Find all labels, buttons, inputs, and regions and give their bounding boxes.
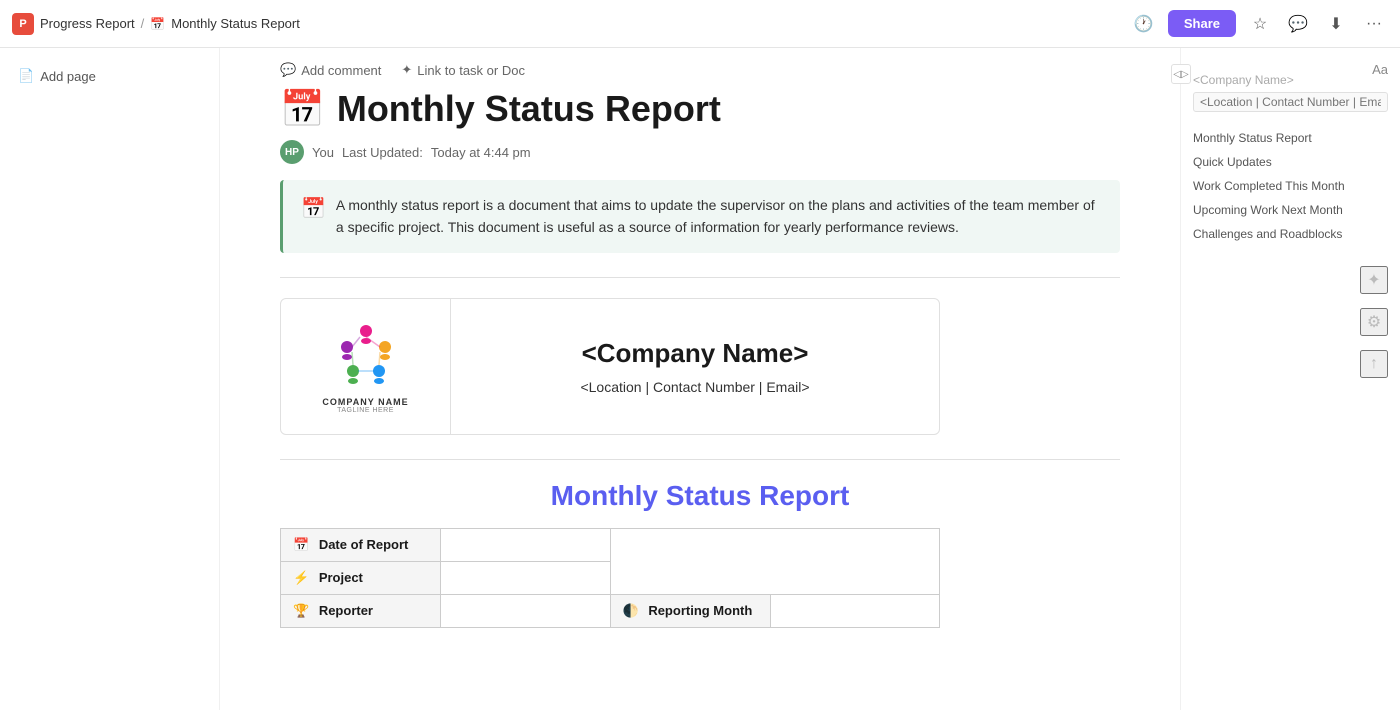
breadcrumb-doc-name: Monthly Status Report <box>171 16 300 31</box>
download-icon-btn[interactable]: ⬇ <box>1322 10 1350 38</box>
company-logo-side: COMPANY NAME TAGLINE HERE <box>281 299 451 434</box>
outline-item-quick-updates[interactable]: Quick Updates <box>1193 150 1388 174</box>
last-updated-label: Last Updated: <box>342 145 423 160</box>
reporting-month-label-text: Reporting Month <box>648 603 752 618</box>
comment-icon: 💬 <box>280 62 296 78</box>
table-value-reporter[interactable] <box>441 594 611 627</box>
company-card: COMPANY NAME TAGLINE HERE <Company Name>… <box>280 298 940 435</box>
link-to-task-label: Link to task or Doc <box>417 63 525 78</box>
company-name-large: <Company Name> <box>582 338 809 369</box>
callout-text: A monthly status report is a document th… <box>336 194 1102 239</box>
divider-1 <box>280 277 1120 278</box>
table-value-date[interactable] <box>441 528 611 561</box>
breadcrumb: P Progress Report / 📅 Monthly Status Rep… <box>12 13 1130 35</box>
add-comment-link[interactable]: 💬 Add comment <box>280 62 381 78</box>
add-page-icon: 📄 <box>18 68 34 84</box>
add-page-label: Add page <box>40 69 96 84</box>
table-label-project: ⚡ Project <box>281 561 441 594</box>
add-comment-label: Add comment <box>301 63 381 78</box>
outline-item-monthly-status[interactable]: Monthly Status Report <box>1193 126 1388 150</box>
right-sidebar: ◁▷ Aa <Company Name> Monthly Status Repo… <box>1180 48 1400 710</box>
company-info-side: <Company Name> <Location | Contact Numbe… <box>451 299 939 434</box>
link-icon: ✦ <box>401 62 412 78</box>
content-area: 💬 Add comment ✦ Link to task or Doc 📅 Mo… <box>220 48 1180 710</box>
outline-contact-input[interactable] <box>1193 92 1388 112</box>
last-updated-value: Today at 4:44 pm <box>431 145 531 160</box>
left-sidebar: 📄 Add page <box>0 48 220 710</box>
callout-icon: 📅 <box>301 196 326 221</box>
table-label-date: 📅 Date of Report <box>281 528 441 561</box>
breadcrumb-doc-emoji: 📅 <box>150 17 165 31</box>
company-logo-name: COMPANY NAME <box>322 397 408 407</box>
page-title-row: 📅 Monthly Status Report <box>280 88 1120 130</box>
table-value-project[interactable] <box>441 561 611 594</box>
divider-2 <box>280 459 1120 460</box>
breadcrumb-app-name: Progress Report <box>40 16 135 31</box>
avatar: HP <box>280 140 304 164</box>
topbar-actions: 🕐 Share ☆ 💬 ⬇ ··· <box>1130 10 1388 38</box>
topbar: P Progress Report / 📅 Monthly Status Rep… <box>0 0 1400 48</box>
add-page-button[interactable]: 📄 Add page <box>12 64 207 88</box>
callout-block: 📅 A monthly status report is a document … <box>280 180 1120 253</box>
outline-company-name: <Company Name> <box>1193 68 1388 92</box>
author-row: HP You Last Updated: Today at 4:44 pm <box>280 140 1120 164</box>
company-logo-svg <box>331 319 401 389</box>
action-bar: 💬 Add comment ✦ Link to task or Doc <box>280 48 1120 88</box>
share-button[interactable]: Share <box>1168 10 1236 37</box>
outline-item-upcoming-work[interactable]: Upcoming Work Next Month <box>1193 198 1388 222</box>
table-row: 🏆 Reporter 🌓 Reporting Month <box>281 594 940 627</box>
sidebar-star-btn[interactable]: ✦ <box>1360 266 1388 294</box>
project-icon: ⚡ <box>293 570 309 585</box>
sidebar-upload-btn[interactable]: ↑ <box>1360 350 1388 378</box>
section-heading: Monthly Status Report <box>280 480 1120 512</box>
date-label-text: Date of Report <box>319 537 409 552</box>
company-details: <Location | Contact Number | Email> <box>580 379 809 395</box>
sidebar-share-btn[interactable]: ⚙ <box>1360 308 1388 336</box>
outline-item-work-completed[interactable]: Work Completed This Month <box>1193 174 1388 198</box>
project-label-text: Project <box>319 570 363 585</box>
report-table: 📅 Date of Report ⚡ Project 🏆 Reporte <box>280 528 940 628</box>
table-label-reporting-month: 🌓 Reporting Month <box>610 594 770 627</box>
reporting-month-icon: 🌓 <box>623 603 639 618</box>
table-value-reporting-month[interactable] <box>770 594 940 627</box>
page-title: Monthly Status Report <box>337 88 721 130</box>
star-icon-btn[interactable]: ☆ <box>1246 10 1274 38</box>
table-row: 📅 Date of Report <box>281 528 940 561</box>
company-logo-tagline: TAGLINE HERE <box>337 407 394 414</box>
reporter-label-text: Reporter <box>319 603 373 618</box>
breadcrumb-separator: / <box>141 16 145 31</box>
chat-icon-btn[interactable]: 💬 <box>1284 10 1312 38</box>
app-icon: P <box>12 13 34 35</box>
table-row: ⚡ Project <box>281 561 940 594</box>
link-to-task-link[interactable]: ✦ Link to task or Doc <box>401 62 525 78</box>
sidebar-icon-group: ✦ ⚙ ↑ <box>1193 266 1388 378</box>
table-label-reporter: 🏆 Reporter <box>281 594 441 627</box>
page-title-emoji: 📅 <box>280 88 325 130</box>
main-layout: 📄 Add page 💬 Add comment ✦ Link to task … <box>0 48 1400 710</box>
author-name: You <box>312 145 334 160</box>
sidebar-toggle-btn[interactable]: ◁▷ <box>1171 64 1191 84</box>
date-icon: 📅 <box>293 537 309 552</box>
clock-icon-btn[interactable]: 🕐 <box>1130 10 1158 38</box>
outline-item-challenges[interactable]: Challenges and Roadblocks <box>1193 222 1388 246</box>
more-options-btn[interactable]: ··· <box>1360 10 1388 38</box>
reporter-icon: 🏆 <box>293 603 309 618</box>
font-size-btn[interactable]: Aa <box>1372 62 1388 77</box>
